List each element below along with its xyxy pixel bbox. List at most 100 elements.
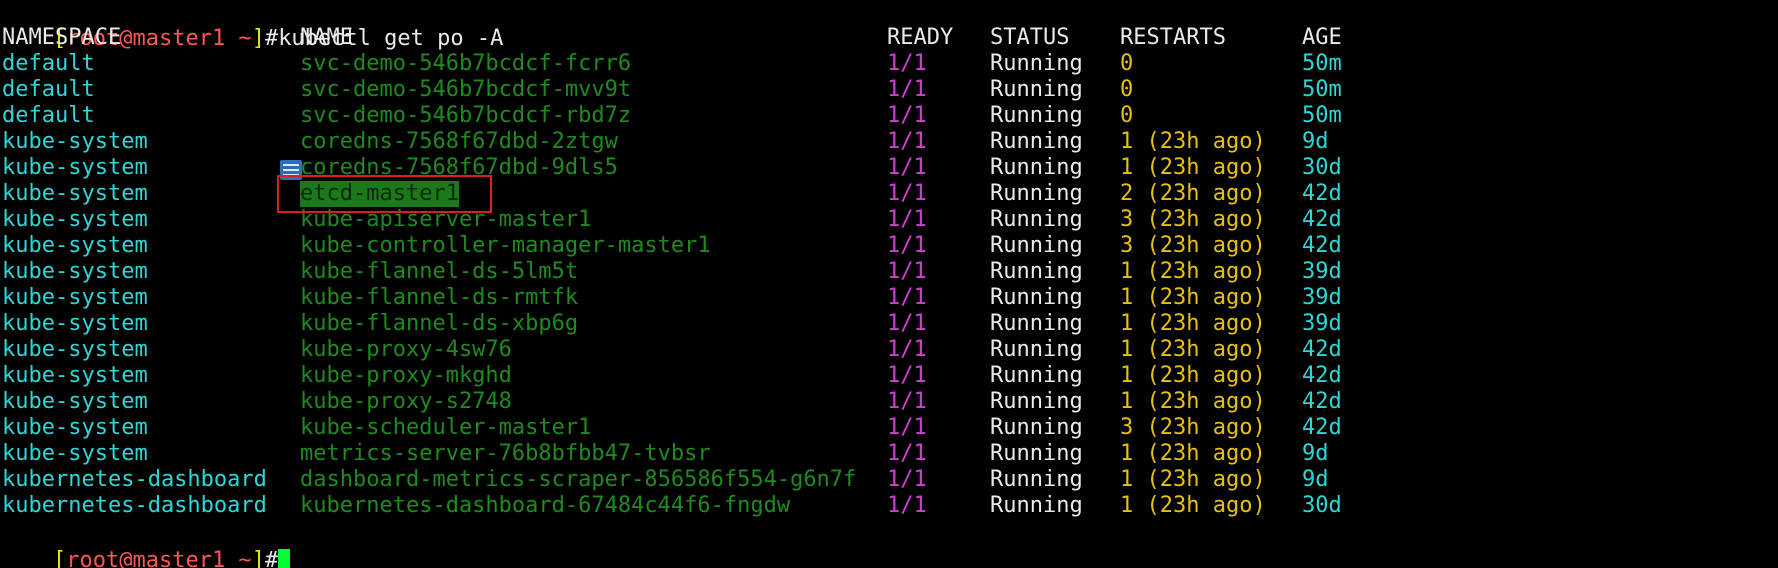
header-status: STATUS	[990, 25, 1070, 50]
row-status: Running	[990, 285, 1083, 310]
row-pod-name: kube-proxy-s2748	[300, 389, 512, 414]
row-namespace: kube-system	[2, 207, 148, 232]
row-namespace: kube-system	[2, 233, 148, 258]
header-name: NAME	[300, 25, 353, 50]
row-status: Running	[990, 129, 1083, 154]
row-pod-name: svc-demo-546b7bcdcf-fcrr6	[300, 51, 632, 76]
row-age: 42d	[1302, 181, 1342, 206]
row-pod-name: svc-demo-546b7bcdcf-mvv9t	[300, 77, 632, 102]
row-pod-name: kube-proxy-4sw76	[300, 337, 512, 362]
row-status: Running	[990, 103, 1083, 128]
row-status: Running	[990, 493, 1083, 518]
row-age: 50m	[1302, 77, 1342, 102]
row-age: 30d	[1302, 155, 1342, 180]
row-pod-name: coredns-7568f67dbd-2ztgw	[300, 129, 618, 154]
row-ready: 1/1	[887, 103, 927, 128]
table-row: kubernetes-dashboard dashboard-metrics-s…	[0, 467, 1778, 493]
row-status: Running	[990, 207, 1083, 232]
row-age: 42d	[1302, 363, 1342, 388]
row-age: 9d	[1302, 441, 1329, 466]
row-age: 9d	[1302, 129, 1329, 154]
row-status: Running	[990, 441, 1083, 466]
row-ready: 1/1	[887, 77, 927, 102]
row-pod-name: metrics-server-76b8bfbb47-tvbsr	[300, 441, 711, 466]
row-ready: 1/1	[887, 207, 927, 232]
row-namespace: kubernetes-dashboard	[2, 467, 267, 492]
row-status: Running	[990, 337, 1083, 362]
row-restarts: 1 (23h ago)	[1120, 337, 1266, 362]
prompt-at: @	[119, 548, 133, 568]
row-status: Running	[990, 311, 1083, 336]
row-pod-name: kube-proxy-mkghd	[300, 363, 512, 388]
row-namespace: kube-system	[2, 285, 148, 310]
table-row: kube-system kube-proxy-s2748 1/1 Running…	[0, 389, 1778, 415]
row-status: Running	[990, 77, 1083, 102]
row-restarts: 1 (23h ago)	[1120, 155, 1266, 180]
terminal-window[interactable]: [root@master1 ~]#kubectl get po -A NAMES…	[0, 0, 1778, 568]
table-row-highlighted: kube-system etcd-master1 1/1 Running 2 (…	[0, 181, 1778, 207]
table-row: kube-system coredns-7568f67dbd-2ztgw 1/1…	[0, 129, 1778, 155]
table-row: kube-system metrics-server-76b8bfbb47-tv…	[0, 441, 1778, 467]
table-row: kube-system kube-flannel-ds-5lm5t 1/1 Ru…	[0, 259, 1778, 285]
prompt-host: master1	[132, 548, 226, 568]
row-namespace: default	[2, 77, 95, 102]
row-restarts: 3 (23h ago)	[1120, 233, 1266, 258]
row-namespace: kube-system	[2, 363, 148, 388]
row-restarts: 1 (23h ago)	[1120, 285, 1266, 310]
row-restarts: 1 (23h ago)	[1120, 389, 1266, 414]
row-pod-name: kubernetes-dashboard-67484c44f6-fngdw	[300, 493, 791, 518]
row-ready: 1/1	[887, 129, 927, 154]
row-ready: 1/1	[887, 441, 927, 466]
row-age: 50m	[1302, 103, 1342, 128]
row-namespace: kube-system	[2, 415, 148, 440]
highlight-annotation-box	[277, 175, 492, 213]
row-ready: 1/1	[887, 51, 927, 76]
row-ready: 1/1	[887, 467, 927, 492]
row-restarts: 1 (23h ago)	[1120, 363, 1266, 388]
row-ready: 1/1	[887, 259, 927, 284]
row-ready: 1/1	[887, 233, 927, 258]
row-pod-name: kube-flannel-ds-xbp6g	[300, 311, 579, 336]
row-namespace: kube-system	[2, 389, 148, 414]
table-row: kube-system kube-proxy-4sw76 1/1 Running…	[0, 337, 1778, 363]
prompt-user: root	[66, 548, 120, 568]
prompt-line-bottom[interactable]: [root@master1 ~]#	[0, 522, 291, 568]
row-status: Running	[990, 259, 1083, 284]
row-namespace: kube-system	[2, 337, 148, 362]
row-ready: 1/1	[887, 389, 927, 414]
header-ready: READY	[887, 25, 954, 50]
row-status: Running	[990, 415, 1083, 440]
row-age: 42d	[1302, 337, 1342, 362]
row-ready: 1/1	[887, 285, 927, 310]
row-status: Running	[990, 51, 1083, 76]
row-namespace: kubernetes-dashboard	[2, 493, 267, 518]
prompt-bracket-close: ]	[251, 548, 265, 568]
header-restarts: RESTARTS	[1120, 25, 1226, 50]
row-age: 50m	[1302, 51, 1342, 76]
row-restarts: 1 (23h ago)	[1120, 493, 1266, 518]
row-namespace: default	[2, 103, 95, 128]
row-restarts: 0	[1120, 77, 1134, 102]
table-row: kube-system kube-apiserver-master1 1/1 R…	[0, 207, 1778, 233]
row-ready: 1/1	[887, 493, 927, 518]
row-namespace: default	[2, 51, 95, 76]
row-pod-name: kube-controller-manager-master1	[300, 233, 711, 258]
table-row: default svc-demo-546b7bcdcf-mvv9t 1/1 Ru…	[0, 77, 1778, 103]
table-row: default svc-demo-546b7bcdcf-rbd7z 1/1 Ru…	[0, 103, 1778, 129]
row-pod-name: kube-flannel-ds-5lm5t	[300, 259, 579, 284]
table-row: kube-system kube-proxy-mkghd 1/1 Running…	[0, 363, 1778, 389]
row-restarts: 1 (23h ago)	[1120, 467, 1266, 492]
row-restarts: 1 (23h ago)	[1120, 129, 1266, 154]
row-namespace: kube-system	[2, 441, 148, 466]
row-ready: 1/1	[887, 337, 927, 362]
row-status: Running	[990, 155, 1083, 180]
row-ready: 1/1	[887, 363, 927, 388]
row-restarts: 0	[1120, 51, 1134, 76]
text-cursor[interactable]	[278, 549, 291, 568]
prompt-bracket-open: [	[52, 548, 67, 568]
table-row: kube-system kube-flannel-ds-rmtfk 1/1 Ru…	[0, 285, 1778, 311]
row-status: Running	[990, 467, 1083, 492]
row-pod-name: svc-demo-546b7bcdcf-rbd7z	[300, 103, 632, 128]
row-pod-name: dashboard-metrics-scraper-856586f554-g6n…	[300, 467, 857, 492]
prompt-hash: #	[264, 548, 279, 568]
